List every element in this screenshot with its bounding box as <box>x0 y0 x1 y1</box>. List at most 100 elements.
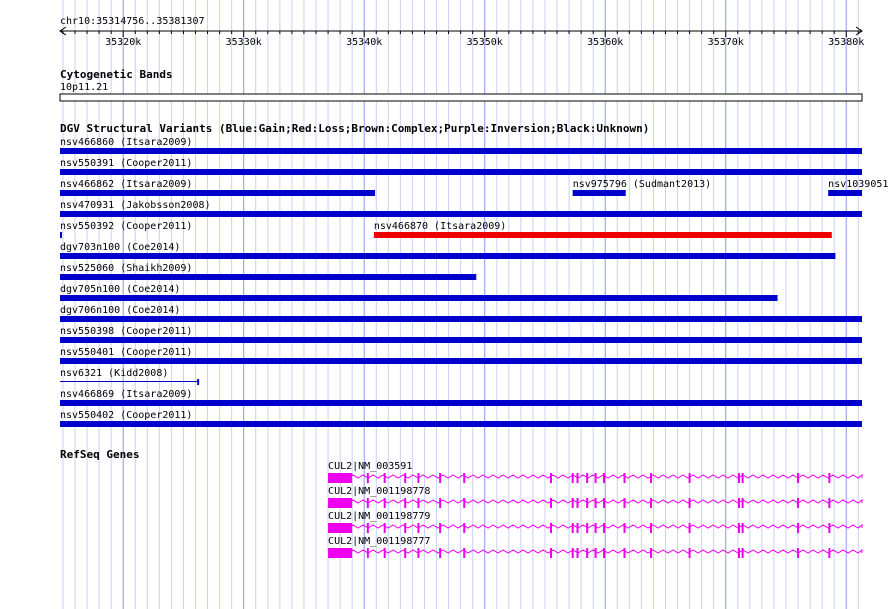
exon-block <box>404 498 407 508</box>
exon-block <box>586 498 589 508</box>
variant-nsv466870[interactable]: nsv466870 (Itsara2009) <box>373 221 832 238</box>
variant-bar[interactable] <box>828 190 862 196</box>
exon-block <box>623 548 626 558</box>
variant-nsv550392[interactable]: nsv550392 (Cooper2011) <box>60 221 192 238</box>
exon-block <box>417 548 420 558</box>
exon-block <box>603 548 606 558</box>
dgv-row: nsv550392 (Cooper2011) nsv466870 (Itsara2… <box>60 221 832 238</box>
exon-block <box>328 473 353 483</box>
variant-label: nsv466862 (Itsara2009) <box>60 179 192 190</box>
exon-block <box>571 548 574 558</box>
variant-label: nsv470931 (Jakobsson2008) <box>60 200 211 211</box>
exon-block <box>594 548 597 558</box>
variant-bar[interactable] <box>60 169 862 175</box>
variant-dgv705n100[interactable]: dgv705n100 (Coe2014) <box>60 284 778 301</box>
exon-block <box>737 548 740 558</box>
ruler-tick-label: 35330k <box>226 37 262 48</box>
exon-block <box>650 473 653 483</box>
transcript-label: CUL2|NM_001198779 <box>328 511 430 522</box>
ruler-tick-label: 35380k <box>828 37 864 48</box>
variant-bar[interactable] <box>60 190 376 196</box>
exon-block <box>650 523 653 533</box>
variant-bar[interactable] <box>60 316 862 322</box>
coordinate-ruler[interactable]: chr10:35314756..35381307 35320k 35330k 353… <box>59 16 864 48</box>
exon-block <box>571 473 574 483</box>
variant-dgv703n100[interactable]: dgv703n100 (Coe2014) <box>60 242 836 259</box>
variant-bar[interactable] <box>373 232 832 238</box>
transcript-label: CUL2|NM_003591 <box>328 461 412 472</box>
cytoband-track-title: Cytogenetic Bands <box>60 68 173 81</box>
exon-block <box>741 548 744 558</box>
ruler-tick-label: 35360k <box>587 37 623 48</box>
exon-block <box>828 548 831 558</box>
exon-block <box>383 548 386 558</box>
exon-block <box>797 498 800 508</box>
variant-nsv6321[interactable]: nsv6321 (Kidd2008) <box>60 368 200 385</box>
exon-block <box>463 548 466 558</box>
exon-block <box>417 523 420 533</box>
cytoband-outline <box>59 93 863 102</box>
exon-block <box>328 548 353 558</box>
transcript-NM_001198778[interactable]: CUL2|NM_001198778 <box>327 486 863 508</box>
variant-nsv975796[interactable]: nsv975796 (Sudmant2013) <box>572 179 711 196</box>
exon-block <box>586 548 589 558</box>
exon-block <box>550 473 553 483</box>
transcript-NM_001198779[interactable]: CUL2|NM_001198779 <box>327 511 863 533</box>
exon-block <box>623 498 626 508</box>
exon-block <box>741 498 744 508</box>
exon-block <box>404 473 407 483</box>
ruler-ticks: 35320k 35330k 35340k 35350k 35360k 35370k 3538… <box>59 26 864 48</box>
exon-block <box>576 498 579 508</box>
exon-block <box>603 523 606 533</box>
variant-label: dgv706n100 (Coe2014) <box>60 305 180 316</box>
exon-block <box>623 523 626 533</box>
dgv-row: dgv705n100 (Coe2014) <box>60 284 778 301</box>
variant-bar[interactable] <box>60 148 862 154</box>
exon-block <box>688 523 691 533</box>
exon-block <box>688 548 691 558</box>
variant-bar[interactable] <box>60 253 836 259</box>
ruler-tick-label: 35320k <box>105 37 141 48</box>
variant-label: nsv550401 (Cooper2011) <box>60 347 192 358</box>
exon-block <box>417 498 420 508</box>
exon-block <box>737 523 740 533</box>
variant-bar[interactable] <box>60 337 862 343</box>
exon-block <box>623 473 626 483</box>
exon-block <box>586 473 589 483</box>
transcript-NM_001198777[interactable]: CUL2|NM_001198777 <box>327 536 863 558</box>
exon-block <box>463 523 466 533</box>
variant-label: nsv550391 (Cooper2011) <box>60 158 192 169</box>
variant-bar[interactable] <box>60 295 778 301</box>
exon-block <box>550 498 553 508</box>
variant-bar[interactable] <box>60 400 862 406</box>
exon-block <box>366 498 369 508</box>
transcript-label: CUL2|NM_001198777 <box>328 536 430 547</box>
variant-bar[interactable] <box>60 211 862 217</box>
transcript-NM_003591[interactable]: CUL2|NM_003591 <box>327 461 863 483</box>
variant-nsv1039051[interactable]: nsv1039051 <box>828 179 888 196</box>
exon-block <box>404 523 407 533</box>
dgv-row: nsv466862 (Itsara2009) nsv975796 (Sudmant… <box>60 179 888 196</box>
variant-label: nsv466870 (Itsara2009) <box>374 221 506 232</box>
exon-block <box>571 523 574 533</box>
variant-bar[interactable] <box>60 358 862 364</box>
ruler-tick-label: 35370k <box>708 37 744 48</box>
exon-block <box>383 473 386 483</box>
exon-block <box>594 498 597 508</box>
exon-block <box>366 473 369 483</box>
locus-label: chr10:35314756..35381307 <box>60 16 205 27</box>
variant-end-cap <box>197 379 200 385</box>
variant-bar[interactable] <box>60 421 862 427</box>
exon-block <box>828 498 831 508</box>
exon-block <box>828 523 831 533</box>
dgv-track[interactable]: DGV Structural Variants (Blue:Gain;Red:L… <box>60 122 888 427</box>
variant-bar[interactable] <box>60 232 62 238</box>
variant-bar[interactable] <box>572 190 626 196</box>
transcript-label: CUL2|NM_001198778 <box>328 486 430 497</box>
dgv-row: dgv703n100 (Coe2014) <box>60 242 836 259</box>
variant-bar[interactable] <box>60 274 477 280</box>
exon-block <box>550 548 553 558</box>
exon-block <box>328 498 353 508</box>
exon-block <box>737 498 740 508</box>
exon-block <box>366 548 369 558</box>
